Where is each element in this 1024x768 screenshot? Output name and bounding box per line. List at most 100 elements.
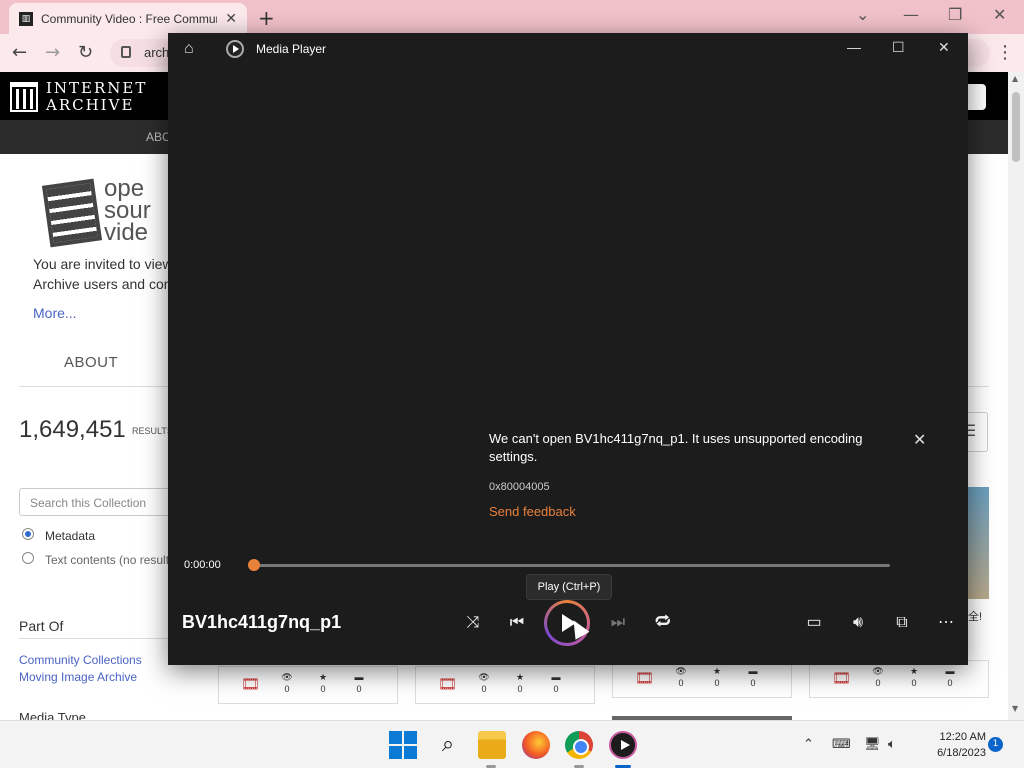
search-icon[interactable]: ⌕ (434, 731, 462, 759)
show-hidden-icons-icon[interactable]: ⌃ (803, 737, 814, 752)
comments-stat: ▬ 0 (551, 672, 561, 694)
restore-icon[interactable]: ❐ (948, 5, 962, 24)
text-contents-radio-label: Text contents (no results (45, 553, 176, 567)
comments-stat: ▬ 0 (945, 666, 955, 688)
views-stat: 👁 0 (281, 672, 293, 694)
notification-badge[interactable]: 1 (988, 737, 1003, 752)
favorites-stat: ★ 0 (515, 672, 525, 694)
close-toast-icon[interactable]: ✕ (913, 430, 926, 450)
app-title: Media Player (256, 42, 327, 56)
favorites-stat: ★ 0 (712, 666, 722, 688)
clock[interactable]: 12:20 AM 6/18/2023 (916, 729, 986, 761)
page-scrollbar[interactable]: ▲ ▼ (1008, 72, 1024, 720)
favorites-stat: ★ 0 (318, 672, 328, 694)
collection-logo-text: ope sour vide (104, 177, 151, 245)
views-count: 0 (284, 684, 290, 694)
item-title-fragment: 全! (968, 611, 983, 623)
text-contents-radio[interactable] (22, 552, 34, 564)
start-icon[interactable] (389, 731, 417, 759)
media-player-titlebar[interactable]: ⌂ Media Player — ☐ ✕ (168, 33, 968, 65)
next-icon[interactable]: ⏭ (606, 611, 630, 635)
description-line-1: You are invited to view (33, 256, 173, 272)
collection-search-input[interactable]: Search this Collection (19, 488, 179, 516)
ia-logo[interactable]: INTERNET ARCHIVE (10, 80, 147, 114)
send-feedback-link[interactable]: Send feedback (489, 504, 576, 519)
film-icon: 🎞 (635, 670, 655, 687)
scroll-up-icon[interactable]: ▲ (1012, 74, 1018, 83)
moving-image-archive-link[interactable]: Moving Image Archive (19, 670, 137, 684)
media-player-logo-icon (226, 40, 244, 58)
media-player-taskbar-icon[interactable] (609, 731, 637, 759)
back-icon[interactable]: ← (12, 42, 27, 63)
shuffle-icon[interactable]: ⤨ (461, 611, 485, 635)
minimize-icon[interactable]: — (903, 5, 919, 24)
archive-temple-icon (10, 82, 38, 112)
chrome-icon[interactable] (565, 731, 593, 759)
favorites-count: 0 (517, 684, 523, 694)
more-link[interactable]: More... (33, 305, 77, 321)
archive-favicon-icon: ▥ (19, 11, 33, 26)
item-stats-card[interactable]: 🎞 👁 0 ★ 0 ▬ 0 (809, 660, 989, 698)
minimize-icon[interactable]: — (847, 39, 861, 55)
favorites-stat: ★ 0 (909, 666, 919, 688)
tab-about[interactable]: ABOUT (64, 354, 118, 371)
comments-stat: ▬ 0 (748, 666, 758, 688)
favorites-count: 0 (714, 678, 720, 688)
film-icon: 🎞 (832, 670, 852, 687)
views-count: 0 (678, 678, 684, 688)
seek-bar[interactable] (254, 564, 890, 567)
tab-search-icon[interactable]: ⌄ (856, 5, 869, 24)
tab-close-icon[interactable]: ✕ (225, 11, 237, 27)
tab-title: Community Video : Free Community (41, 11, 218, 26)
lock-icon (121, 46, 131, 58)
metadata-radio-label: Metadata (45, 529, 96, 543)
error-toast: We can't open BV1hc411g7nq_p1. It uses u… (476, 418, 956, 533)
forward-icon[interactable]: → (45, 42, 60, 63)
firefox-icon[interactable] (522, 731, 550, 759)
captions-icon[interactable]: ▭ (802, 611, 826, 635)
browser-tab-strip: ▥ Community Video : Free Community ✕ + ⌄… (0, 0, 1024, 34)
clock-time: 12:20 AM (939, 731, 986, 743)
reload-icon[interactable]: ↻ (78, 42, 93, 63)
film-icon: 🎞 (241, 676, 261, 693)
mini-player-icon[interactable]: ⧉ (890, 611, 914, 635)
metadata-radio[interactable] (22, 528, 34, 540)
site-search-box[interactable] (968, 84, 986, 110)
keyboard-icon[interactable]: ⌨ (832, 737, 851, 752)
clock-date: 6/18/2023 (937, 747, 986, 759)
network-icon[interactable]: 🖥︎ (864, 737, 881, 752)
results-label: RESULTS (132, 426, 173, 436)
file-explorer-icon[interactable] (478, 731, 506, 759)
item-stats-card[interactable]: 🎞 👁 0 ★ 0 ▬ 0 (415, 666, 595, 704)
browser-tab[interactable]: ▥ Community Video : Free Community ✕ (9, 3, 247, 34)
more-options-icon[interactable]: ⋯ (934, 611, 958, 635)
item-stats-card[interactable]: 🎞 👁 0 ★ 0 ▬ 0 (218, 666, 398, 704)
seek-thumb[interactable] (248, 559, 260, 571)
menu-kebab-icon[interactable]: ⋮ (996, 42, 1014, 63)
new-tab-button[interactable]: + (258, 6, 275, 30)
comments-count: 0 (750, 678, 756, 688)
close-window-icon[interactable]: ✕ (993, 5, 1006, 24)
comments-count: 0 (356, 684, 362, 694)
media-title: BV1hc411g7nq_p1 (182, 612, 342, 632)
item-thumbnail[interactable] (965, 487, 989, 599)
maximize-icon[interactable]: ☐ (892, 39, 905, 56)
collection-description: You are invited to view Archive users an… (33, 254, 173, 294)
comments-count: 0 (947, 678, 953, 688)
favorites-count: 0 (911, 678, 917, 688)
speaker-icon[interactable]: 🔈︎ (888, 737, 896, 752)
part-of-heading: Part Of (19, 618, 64, 634)
scroll-down-icon[interactable]: ▼ (1012, 704, 1018, 713)
close-icon[interactable]: ✕ (938, 39, 950, 56)
previous-icon[interactable]: ⏮ (505, 611, 529, 635)
home-icon[interactable]: ⌂ (184, 40, 194, 58)
views-stat: 👁 0 (872, 666, 884, 688)
logo-line-2: ARCHIVE (46, 96, 135, 114)
scrollbar-thumb[interactable] (1012, 92, 1020, 162)
volume-icon[interactable]: 🔊︎ (846, 611, 870, 635)
current-time: 0:00:00 (184, 559, 221, 571)
community-collections-link[interactable]: Community Collections (19, 653, 142, 667)
item-stats-card[interactable]: 🎞 👁 0 ★ 0 ▬ 0 (612, 660, 792, 698)
views-count: 0 (481, 684, 487, 694)
repeat-icon[interactable]: 🔁︎ (651, 611, 675, 635)
